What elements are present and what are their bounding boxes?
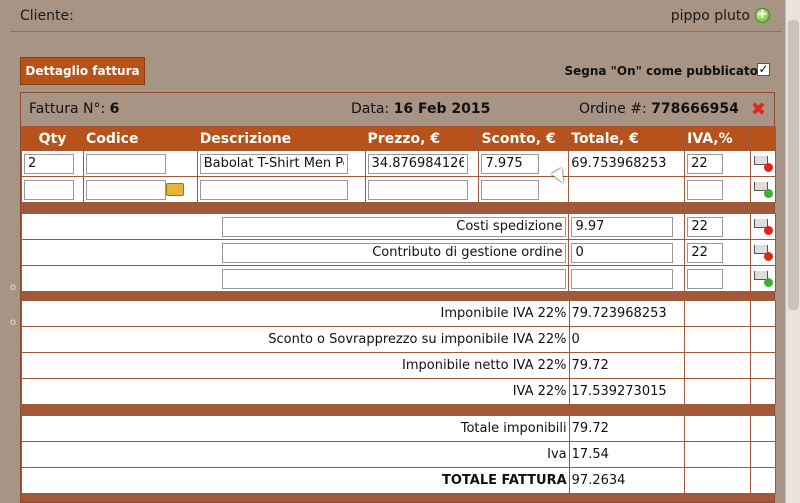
extra-vat-input[interactable] bbox=[687, 268, 724, 289]
description-input[interactable] bbox=[199, 179, 348, 200]
summary-value: 17.539273015 bbox=[568, 378, 686, 405]
price-input[interactable] bbox=[367, 179, 468, 200]
side-marker: o bbox=[10, 317, 17, 328]
code-input[interactable] bbox=[85, 153, 166, 174]
folder-icon[interactable] bbox=[165, 183, 184, 196]
table-row bbox=[20, 265, 776, 292]
col-qty: Qty bbox=[21, 126, 84, 151]
grand-total-label: TOTALE FATTURA bbox=[21, 467, 570, 494]
invoice-header: Fattura N°: 6 Data: 16 Feb 2015 Ordine #… bbox=[21, 93, 774, 126]
cart-remove-icon[interactable] bbox=[753, 243, 773, 261]
vat-input[interactable] bbox=[687, 179, 724, 200]
vat-summary: Imponibile IVA 22% 79.723968253 Sconto o… bbox=[21, 300, 776, 405]
invoice-number-label: Fattura N°: bbox=[29, 101, 106, 117]
description-input[interactable] bbox=[199, 153, 348, 174]
publish-checkbox[interactable]: ✓ bbox=[757, 63, 770, 76]
table-row bbox=[21, 176, 777, 203]
extra-value-input[interactable] bbox=[571, 216, 674, 237]
total-value bbox=[568, 176, 686, 203]
col-vat: IVA,% bbox=[684, 126, 751, 151]
extra-vat-input[interactable] bbox=[687, 216, 724, 237]
extra-label-input[interactable] bbox=[222, 216, 567, 237]
scrollbar[interactable] bbox=[785, 0, 800, 503]
client-label: Cliente: bbox=[20, 8, 74, 24]
plus-circle-icon[interactable]: + bbox=[755, 8, 770, 23]
invoice-order: Ordine #: 778666954 bbox=[579, 101, 739, 117]
summary-label: Imponibile netto IVA 22% bbox=[21, 352, 570, 379]
invoice-date-value: 16 Feb 2015 bbox=[393, 101, 491, 117]
cart-add-icon[interactable] bbox=[753, 269, 773, 287]
qty-input[interactable] bbox=[24, 153, 74, 174]
totals-value: 79.72 bbox=[568, 415, 686, 442]
invoice-panel: o o Dettaglio fattura Segna "On" come pu… bbox=[10, 32, 782, 503]
invoice-date-label: Data: bbox=[351, 101, 390, 117]
summary-value: 79.723968253 bbox=[568, 300, 686, 327]
client-bar: Cliente: pippo pluto + bbox=[10, 0, 782, 32]
table-row: Iva 17.54 bbox=[21, 441, 776, 468]
invoice-date: Data: 16 Feb 2015 bbox=[351, 101, 490, 117]
summary-label: IVA 22% bbox=[21, 378, 570, 405]
invoice-totals: Totale imponibili 79.72 Iva 17.54 TOTALE… bbox=[21, 415, 776, 494]
col-price: Prezzo, € bbox=[364, 126, 480, 151]
invoice-table: Fattura N°: 6 Data: 16 Feb 2015 Ordine #… bbox=[20, 92, 777, 503]
discount-input[interactable] bbox=[481, 153, 540, 174]
scrollbar-thumb[interactable] bbox=[788, 20, 799, 310]
qty-input[interactable] bbox=[24, 179, 74, 200]
table-row: TOTALE FATTURA 97.2634 bbox=[21, 467, 776, 494]
extra-vat-input[interactable] bbox=[687, 242, 724, 263]
totals-label: Totale imponibili bbox=[21, 415, 570, 442]
table-row: Imponibile netto IVA 22% 79.72 bbox=[21, 352, 776, 379]
invoice-detail-button[interactable]: Dettaglio fattura bbox=[20, 57, 145, 85]
grand-total-value: 97.2634 bbox=[568, 467, 686, 494]
vat-input[interactable] bbox=[687, 153, 724, 174]
col-total: Totale, € bbox=[568, 126, 686, 151]
discount-input[interactable] bbox=[481, 179, 540, 200]
col-discount: Sconto, € bbox=[478, 126, 570, 151]
invoice-number: Fattura N°: 6 bbox=[29, 101, 119, 117]
cart-add-icon[interactable] bbox=[753, 180, 773, 198]
code-input[interactable] bbox=[85, 179, 166, 200]
invoice-order-label: Ordine #: bbox=[579, 101, 647, 117]
table-row: Totale imponibili 79.72 bbox=[21, 415, 776, 442]
close-icon[interactable]: ✖ bbox=[751, 99, 766, 120]
table-row bbox=[20, 213, 776, 240]
summary-label: Sconto o Sovrapprezzo su imponibile IVA … bbox=[21, 326, 570, 353]
price-input[interactable] bbox=[367, 153, 468, 174]
table-row: IVA 22% 17.539273015 bbox=[21, 378, 776, 405]
table-row: Imponibile IVA 22% 79.723968253 bbox=[21, 300, 776, 327]
invoice-order-value: 778666954 bbox=[651, 101, 739, 117]
extra-costs bbox=[20, 213, 776, 292]
totals-value: 17.54 bbox=[568, 441, 686, 468]
table-row: 69.753968253 bbox=[21, 150, 777, 177]
total-value: 69.753968253 bbox=[568, 150, 686, 177]
invoice-number-value: 6 bbox=[109, 101, 120, 117]
extra-value-input[interactable] bbox=[571, 242, 674, 263]
extra-label-input[interactable] bbox=[222, 242, 567, 263]
client-name: pippo pluto bbox=[670, 8, 750, 24]
side-marker: o bbox=[10, 282, 17, 293]
cart-remove-icon[interactable] bbox=[753, 217, 773, 235]
invoice-lines: Qty Codice Descrizione Prezzo, € Sconto,… bbox=[21, 126, 777, 203]
table-row: Sconto o Sovrapprezzo su imponibile IVA … bbox=[21, 326, 776, 353]
summary-label: Imponibile IVA 22% bbox=[21, 300, 570, 327]
table-row bbox=[20, 239, 776, 266]
cart-remove-icon[interactable] bbox=[753, 154, 773, 172]
summary-value: 79.72 bbox=[568, 352, 686, 379]
col-actions bbox=[749, 126, 777, 151]
col-code: Codice bbox=[82, 126, 198, 151]
summary-value: 0 bbox=[568, 326, 686, 353]
col-description: Descrizione bbox=[196, 126, 366, 151]
extra-value-input[interactable] bbox=[571, 268, 674, 289]
publish-label: Segna "On" come pubblicato bbox=[564, 64, 758, 78]
totals-label: Iva bbox=[21, 441, 570, 468]
extra-label-input[interactable] bbox=[222, 268, 567, 289]
